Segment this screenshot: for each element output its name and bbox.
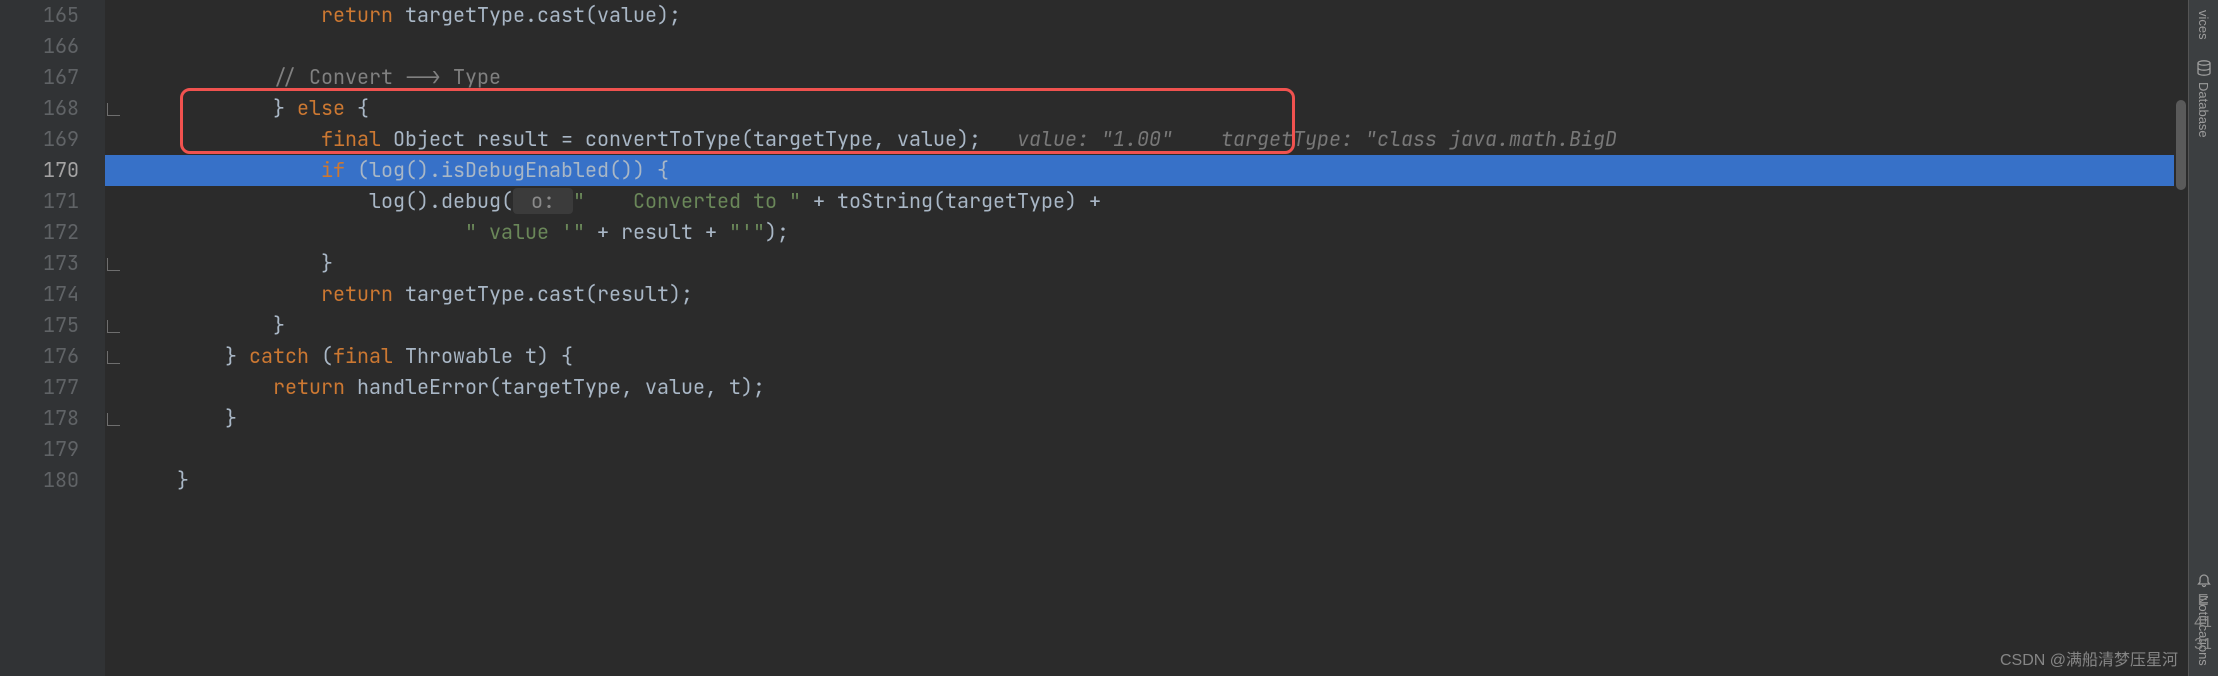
inline-hint: value: "1.00" xyxy=(981,126,1173,152)
code-line[interactable] xyxy=(105,31,2218,62)
services-tool-button[interactable]: vices xyxy=(2196,0,2211,50)
line-number: 168 xyxy=(0,93,79,124)
line-number: 172 xyxy=(0,217,79,248)
services-label: vices xyxy=(2196,10,2211,40)
line-number: 171 xyxy=(0,186,79,217)
line-number: 178 xyxy=(0,403,79,434)
code-line[interactable]: " value '" + result + "'"); xyxy=(105,217,2218,248)
line-number: 179 xyxy=(0,434,79,465)
line-number: 175 xyxy=(0,310,79,341)
line-number: 165 xyxy=(0,0,79,31)
code-line[interactable]: final Object result = convertToType(targ… xyxy=(105,124,2218,155)
vertical-scrollbar[interactable] xyxy=(2174,0,2188,676)
database-label: Database xyxy=(2196,82,2211,138)
code-line[interactable]: return targetType.cast(result); xyxy=(105,279,2218,310)
watermark-text: CSDN @满船清梦压星河 xyxy=(2000,646,2178,670)
code-line[interactable]: } catch (final Throwable t) { xyxy=(105,341,2218,372)
inline-hint: targetType: "class java.math.BigD xyxy=(1173,126,1617,152)
line-number: 173 xyxy=(0,248,79,279)
code-line[interactable]: } xyxy=(105,310,2218,341)
right-tool-strip: vices Database Notifications E 41 31 xyxy=(2188,0,2218,676)
code-line[interactable]: return handleError(targetType, value, t)… xyxy=(105,372,2218,403)
scrollbar-thumb[interactable] xyxy=(2176,100,2186,190)
line-number: 169 xyxy=(0,124,79,155)
code-line[interactable]: log().debug( o: " Converted to " + toStr… xyxy=(105,186,2218,217)
database-tool-button[interactable]: Database xyxy=(2196,50,2212,148)
line-number: 166 xyxy=(0,31,79,62)
code-line[interactable] xyxy=(105,434,2218,465)
line-number: 176 xyxy=(0,341,79,372)
code-line-current[interactable]: if (log().isDebugEnabled()) { xyxy=(105,155,2218,186)
code-line[interactable]: return targetType.cast(value); xyxy=(105,0,2218,31)
line-number-gutter: 165 166 167 168 169 170 171 172 173 174 … xyxy=(0,0,105,676)
line-number: 180 xyxy=(0,465,79,496)
database-icon xyxy=(2196,60,2212,76)
line-number: 177 xyxy=(0,372,79,403)
code-line[interactable]: } xyxy=(105,403,2218,434)
param-hint: o: xyxy=(513,188,573,214)
code-line[interactable]: } xyxy=(105,465,2218,496)
code-line[interactable]: } xyxy=(105,248,2218,279)
bell-icon xyxy=(2196,573,2212,589)
side-status-numbers: E 41 31 xyxy=(2188,590,2218,656)
code-line[interactable]: } else { xyxy=(105,93,2218,124)
line-number-current: 170 xyxy=(0,155,79,186)
code-editor[interactable]: 165 166 167 168 169 170 171 172 173 174 … xyxy=(0,0,2218,676)
code-line[interactable]: // Convert --> Type xyxy=(105,62,2218,93)
line-number: 167 xyxy=(0,62,79,93)
code-area[interactable]: return targetType.cast(value); // Conver… xyxy=(105,0,2218,676)
line-number: 174 xyxy=(0,279,79,310)
